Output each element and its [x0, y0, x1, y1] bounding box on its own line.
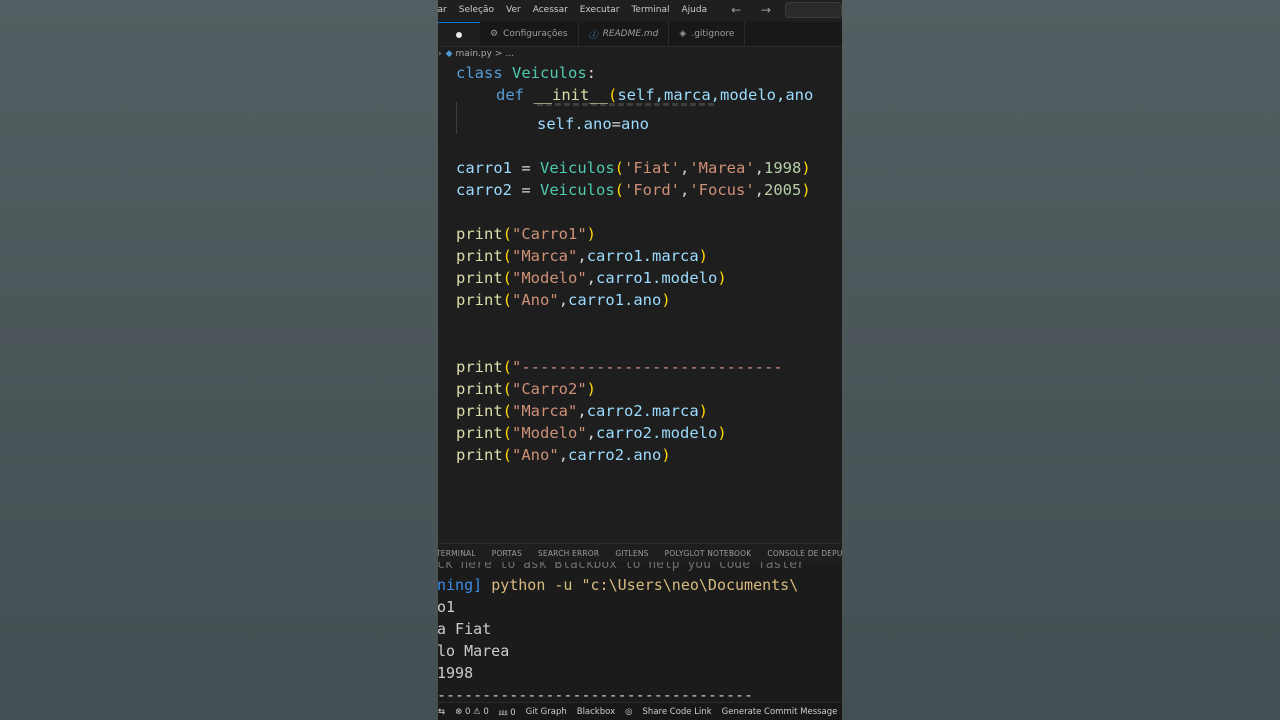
breadcrumb-file[interactable]: main.py: [456, 49, 492, 59]
info-icon: ⓘ: [588, 30, 598, 41]
vscode-window: tar Seleção Ver Acessar Executar Termina…: [438, 0, 842, 720]
nav-arrows-icon[interactable]: ← →: [731, 3, 779, 17]
blurred-background-left: [0, 0, 438, 720]
problems-indicator[interactable]: ⊗ 0 ⚠ 0: [450, 707, 494, 717]
code-line: print("Carro1"): [456, 225, 597, 243]
breadcrumb-separator: >: [494, 49, 503, 59]
tab-gitignore[interactable]: ◈ .gitignore: [669, 22, 746, 46]
code-line: print("Modelo",carro1.modelo): [456, 269, 727, 287]
tab-label: README.md: [602, 29, 659, 39]
breadcrumb-rest[interactable]: ...: [505, 49, 514, 59]
menu-item-ajuda[interactable]: Ajuda: [676, 5, 714, 15]
tab-readme[interactable]: ⓘ README.md: [579, 22, 670, 46]
tab-gitlens[interactable]: GITLENS: [607, 549, 656, 558]
ports-indicator[interactable]: ⅏ 0: [494, 707, 521, 718]
menu-item-ver[interactable]: Ver: [500, 5, 527, 15]
share-code-link-button[interactable]: Share Code Link: [638, 707, 717, 717]
menu-bar: tar Seleção Ver Acessar Executar Termina…: [438, 0, 842, 20]
tab-main-py-unsaved[interactable]: [438, 22, 480, 46]
code-line: print("----------------------------: [456, 358, 783, 376]
menu-item-terminal[interactable]: Terminal: [625, 5, 675, 15]
code-line: print("Ano",carro1.ano): [456, 291, 671, 309]
settings-gear-icon: ⚙: [490, 29, 499, 39]
tab-search-error[interactable]: SEARCH ERROR: [530, 549, 607, 558]
blackbox-button[interactable]: Blackbox: [572, 707, 620, 717]
tab-label: .gitignore: [691, 29, 735, 39]
terminal-command-line: ning] python -u "c:\Users\neo\Documents\: [438, 576, 799, 594]
tab-terminal[interactable]: TERMINAL: [438, 549, 484, 558]
menu-item-terminal-partial[interactable]: tar: [438, 5, 453, 15]
code-line: self.ano=ano: [537, 115, 649, 133]
code-line: print("Marca",carro2.marca): [456, 402, 709, 420]
remote-icon[interactable]: ⇆: [438, 707, 450, 717]
tab-polyglot-notebook[interactable]: POLYGLOT NOTEBOOK: [657, 549, 760, 558]
command-center-input[interactable]: [785, 2, 842, 18]
code-line: print("Ano",carro2.ano): [456, 446, 671, 464]
menu-item-selecao[interactable]: Seleção: [453, 5, 500, 15]
code-line: carro1 = Veiculos('Fiat','Marea',1998): [456, 159, 811, 177]
code-editor[interactable]: class Veiculos: def __init__(self,marca,…: [438, 62, 842, 542]
generate-commit-button[interactable]: Generate Commit Message: [717, 707, 842, 717]
broadcast-icon: ◎: [625, 707, 633, 717]
menu-item-acessar[interactable]: Acessar: [527, 5, 574, 15]
terminal-output-line: a Fiat: [438, 620, 492, 638]
tab-debug-console[interactable]: CONSOLE DE DEPURAÇÃO: [759, 549, 842, 558]
unsaved-dot-icon[interactable]: [456, 31, 462, 38]
git-graph-button[interactable]: Git Graph: [521, 707, 572, 717]
code-line: print("Marca",carro1.marca): [456, 247, 709, 265]
panel-tab-bar: TERMINAL PORTAS SEARCH ERROR GITLENS POL…: [438, 543, 842, 562]
editor-tab-bar: ⚙ Configurações ⓘ README.md ◈ .gitignore: [438, 22, 842, 47]
terminal-output-line: 1998: [438, 664, 474, 682]
menu-item-executar[interactable]: Executar: [574, 5, 626, 15]
breadcrumb: › ◆ main.py > ...: [438, 47, 514, 61]
status-bar: ⇆ ⊗ 0 ⚠ 0 ⅏ 0 Git Graph Blackbox ◎ Share…: [438, 702, 842, 720]
tab-label: Configurações: [503, 29, 568, 39]
terminal-output-line: o1: [438, 598, 456, 616]
python-file-icon: ◆: [445, 49, 453, 59]
terminal-output[interactable]: ck here to ask Blackbox to help you code…: [438, 562, 842, 702]
chevron-right-icon: ›: [438, 49, 442, 59]
blurred-background-right: [842, 0, 1280, 720]
terminal-output-line: lo Marea: [438, 642, 510, 660]
code-line: carro2 = Veiculos('Ford','Focus',2005): [456, 181, 811, 199]
code-line: def __init__(self,marca,modelo,ano: [496, 86, 814, 104]
code-line: print("Modelo",carro2.modelo): [456, 424, 727, 442]
code-line: print("Carro2"): [456, 380, 597, 398]
code-line: class Veiculos:: [456, 64, 597, 82]
tab-configuracoes[interactable]: ⚙ Configurações: [480, 22, 579, 46]
terminal-output-line: -----------------------------------: [438, 686, 754, 702]
tab-portas[interactable]: PORTAS: [484, 549, 530, 558]
indent-guide: [456, 102, 457, 134]
git-icon: ◈: [679, 29, 687, 39]
